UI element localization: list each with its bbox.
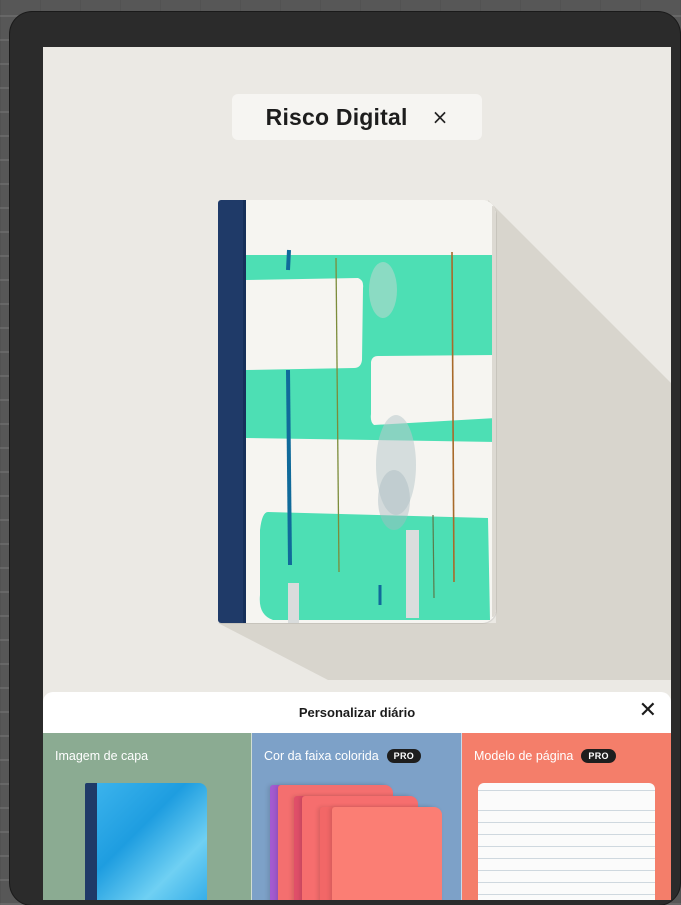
option-stripe-color[interactable]: Cor da faixa colorida PRO	[252, 733, 462, 900]
customize-sheet: Personalizar diário ✕ Imagem de capa Cor…	[43, 692, 671, 900]
option-label: Cor da faixa colorida PRO	[264, 749, 422, 763]
journal-spine	[218, 200, 246, 623]
option-page-template[interactable]: Modelo de página PRO	[462, 733, 671, 900]
cover-preview	[85, 783, 207, 900]
option-cover-image[interactable]: Imagem de capa	[43, 733, 252, 900]
journal-cover[interactable]	[218, 200, 496, 623]
option-label: Imagem de capa	[55, 749, 148, 763]
pro-badge: PRO	[581, 749, 616, 763]
tablet-frame: Risco Digital × Personalizar diário ✕ Im…	[10, 12, 680, 905]
option-label-text: Cor da faixa colorida	[264, 749, 379, 763]
sheet-title: Personalizar diário	[298, 705, 416, 720]
close-icon[interactable]: ✕	[639, 700, 657, 722]
page-edge	[492, 206, 496, 617]
journal-title-pill[interactable]: Risco Digital ×	[232, 94, 482, 140]
lined-page-preview	[478, 783, 655, 900]
pro-badge: PRO	[386, 749, 422, 763]
option-label: Modelo de página PRO	[474, 749, 616, 763]
mini-spine	[85, 783, 97, 900]
option-label-text: Modelo de página	[474, 749, 574, 763]
clear-title-icon[interactable]: ×	[432, 107, 449, 127]
customize-options: Imagem de capa Cor da faixa colorida PRO	[43, 733, 671, 900]
sheet-header: Personalizar diário ✕	[43, 692, 671, 733]
app-screen: Risco Digital × Personalizar diário ✕ Im…	[43, 47, 671, 900]
journal-title[interactable]: Risco Digital	[266, 104, 408, 131]
color-preview-book	[332, 807, 442, 900]
cover-artwork	[218, 200, 496, 623]
option-label-text: Imagem de capa	[55, 749, 149, 763]
